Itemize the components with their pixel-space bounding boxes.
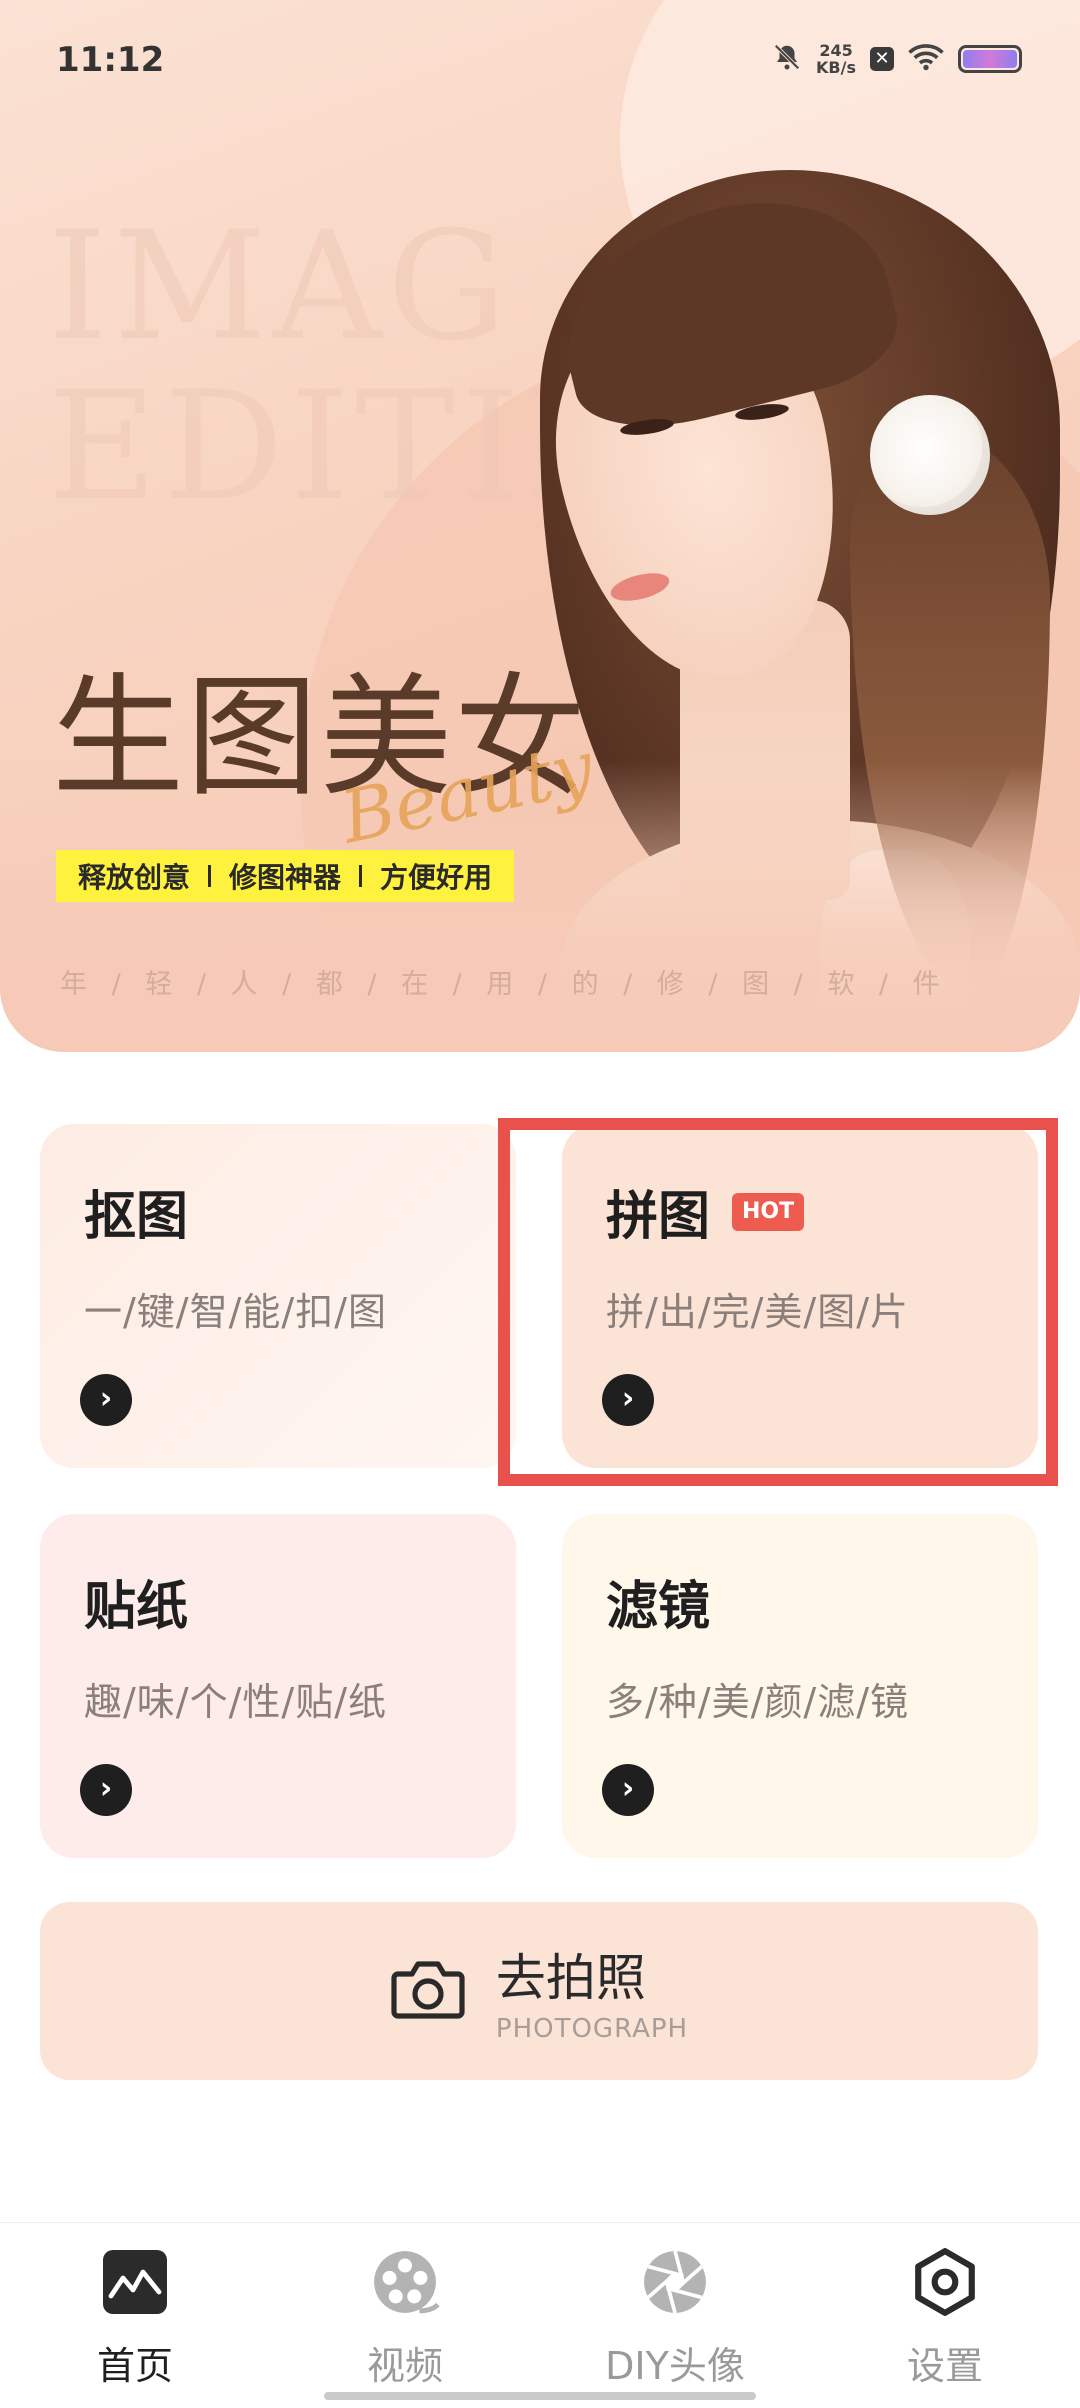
tagline-separator	[208, 865, 212, 887]
bottom-nav: 首页 视频 DIY头像 设置	[0, 2222, 1080, 2408]
nav-item-settings[interactable]: 设置	[810, 2223, 1080, 2408]
tagline-item: 方便好用	[380, 861, 493, 894]
network-speed: 245 KB/s	[816, 42, 856, 76]
home-indicator[interactable]	[324, 2392, 756, 2400]
nav-label-video: 视频	[366, 2344, 443, 2388]
wifi-icon	[908, 43, 944, 75]
nav-label-settings: 设置	[906, 2344, 983, 2388]
tagline-separator	[359, 865, 363, 887]
banner-watermark-line1: IMAG	[48, 200, 513, 374]
hero-banner: IMAG EDITIN 生图美女 Beauty 释放创意 修图神器 方便好用 年…	[0, 0, 1080, 1052]
chevron-right-icon[interactable]: ›	[602, 1374, 654, 1426]
chevron-right-icon[interactable]: ›	[80, 1764, 132, 1816]
card-title: 抠图	[84, 1174, 472, 1249]
card-collage-title: 拼图	[606, 1187, 711, 1247]
hexagon-settings-icon	[910, 2247, 980, 2317]
take-photo-sublabel: PHOTOGRAPH	[495, 2014, 689, 2044]
nav-label-home: 首页	[96, 2344, 173, 2388]
take-photo-text: 去拍照 PHOTOGRAPH	[496, 1938, 688, 2044]
chevron-right-icon[interactable]: ›	[602, 1764, 654, 1816]
card-title: 拼图 HOT	[606, 1174, 994, 1249]
banner-tagline: 释放创意 修图神器 方便好用	[56, 850, 515, 902]
status-time: 11:12	[56, 40, 165, 80]
card-collage-subtitle: 拼/出/完/美/图/片	[606, 1290, 910, 1334]
chevron-right-icon[interactable]: ›	[80, 1374, 132, 1426]
card-stickers-subtitle: 趣/味/个/性/贴/纸	[84, 1680, 388, 1724]
take-photo-label: 去拍照	[495, 1949, 646, 2007]
network-speed-unit: KB/s	[816, 58, 856, 77]
tagline-item: 修图神器	[229, 861, 342, 894]
card-filters-title: 滤镜	[606, 1577, 711, 1637]
flower-hair-clip	[870, 395, 990, 515]
card-filters-subtitle: 多/种/美/颜/滤/镜	[606, 1680, 910, 1724]
film-reel-icon	[370, 2247, 440, 2317]
banner-subline: 年 / 轻 / 人 / 都 / 在 / 用 / 的 / 修 / 图 / 软 / …	[60, 969, 948, 1000]
hot-badge: HOT	[732, 1192, 805, 1231]
gallery-icon	[100, 2247, 170, 2317]
camera-icon	[390, 1956, 466, 2026]
card-title: 贴纸	[84, 1564, 472, 1639]
card-collage[interactable]: 拼图 HOT 拼/出/完/美/图/片 ›	[562, 1124, 1038, 1468]
nav-item-diy-avatar[interactable]: DIY头像	[540, 2223, 810, 2408]
status-icons: 245 KB/s ✕	[772, 42, 1022, 76]
card-filters[interactable]: 滤镜 多/种/美/颜/滤/镜 ›	[562, 1514, 1038, 1858]
card-stickers[interactable]: 贴纸 趣/味/个/性/贴/纸 ›	[40, 1514, 516, 1858]
card-title: 滤镜	[606, 1564, 994, 1639]
card-stickers-title: 贴纸	[84, 1577, 189, 1637]
notification-x-icon: ✕	[870, 47, 894, 71]
nav-item-video[interactable]: 视频	[270, 2223, 540, 2408]
battery-icon	[958, 45, 1022, 73]
nav-item-home[interactable]: 首页	[0, 2223, 270, 2408]
take-photo-button[interactable]: 去拍照 PHOTOGRAPH	[40, 1902, 1038, 2080]
mute-bell-icon	[772, 42, 802, 76]
nav-label-diy-avatar: DIY头像	[605, 2344, 745, 2388]
aperture-icon	[640, 2247, 710, 2317]
card-cutout-title: 抠图	[84, 1187, 189, 1247]
tagline-item: 释放创意	[78, 861, 191, 894]
card-cutout[interactable]: 抠图 一/键/智/能/扣/图 ›	[40, 1124, 516, 1468]
card-cutout-subtitle: 一/键/智/能/扣/图	[84, 1290, 388, 1334]
